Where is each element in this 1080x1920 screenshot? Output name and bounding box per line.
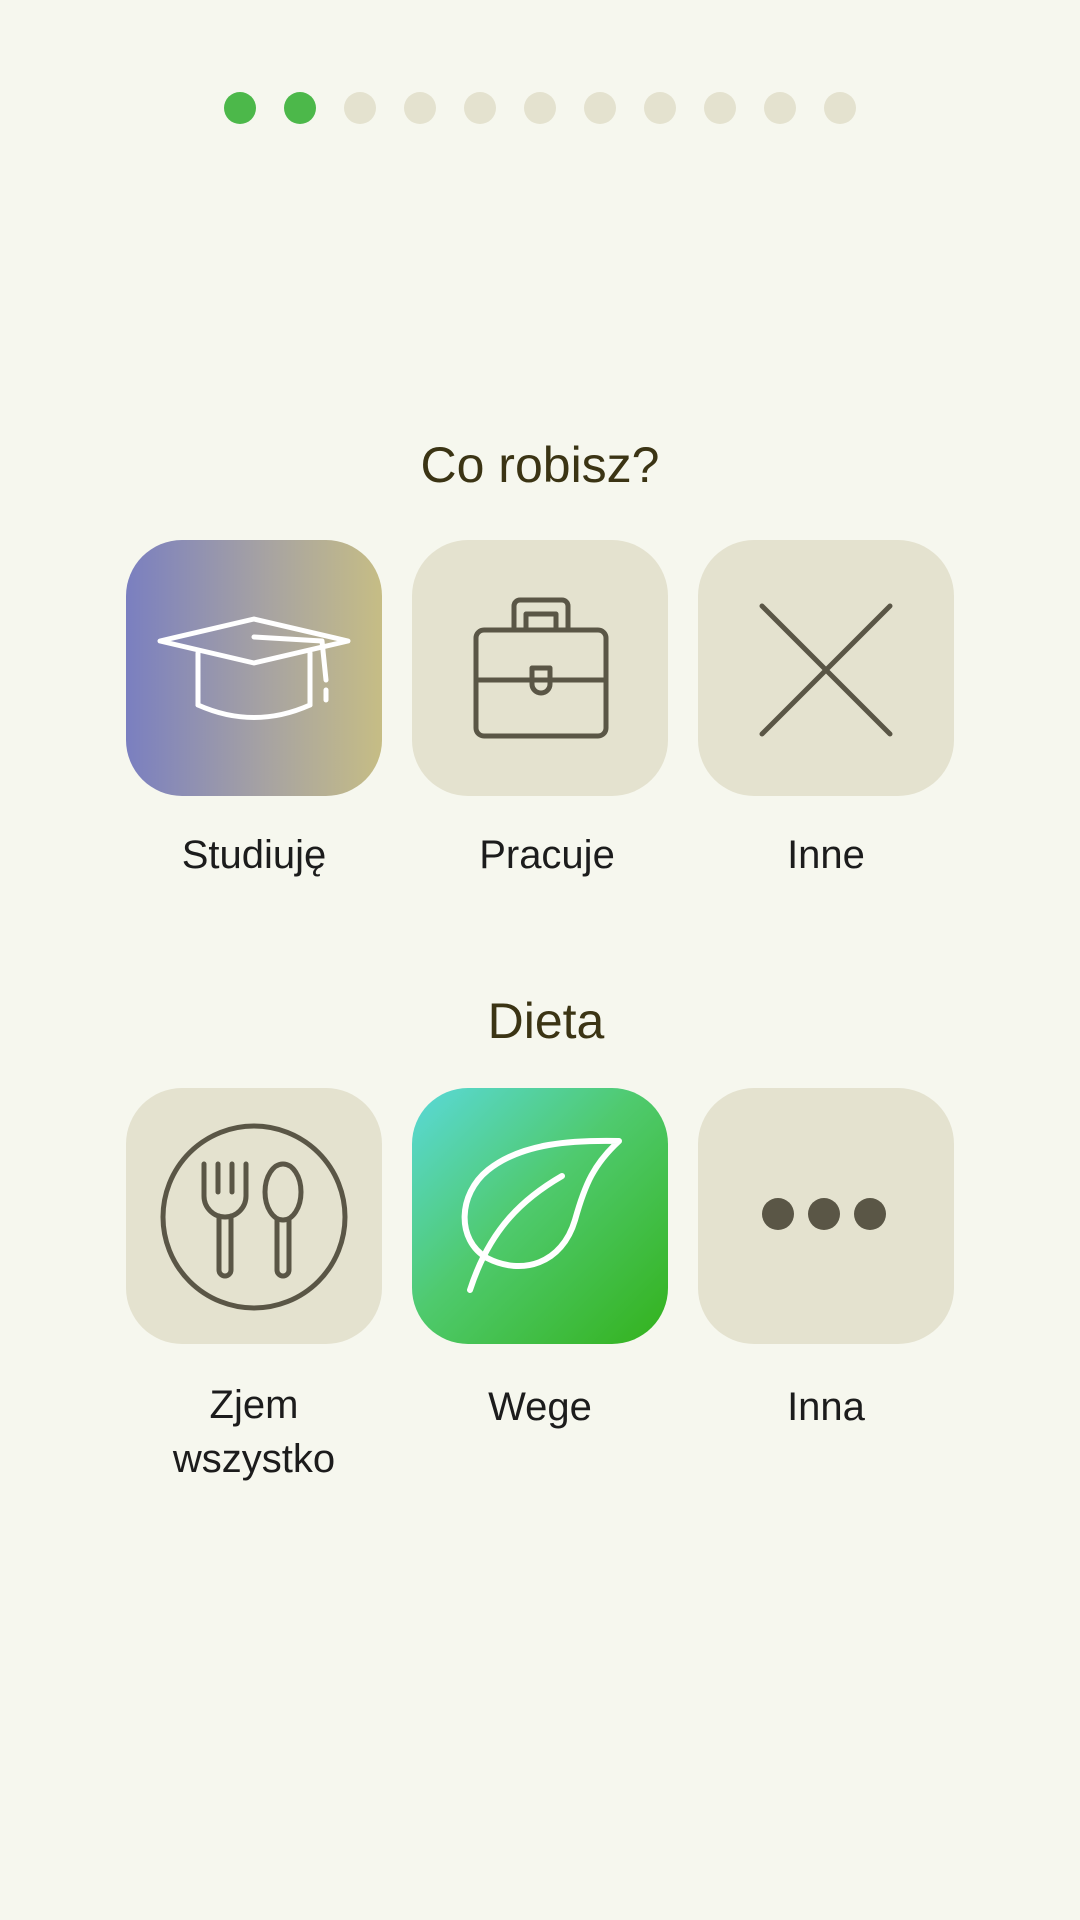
progress-dot-11	[824, 92, 856, 124]
option-pracuje-label: Pracuje	[479, 833, 615, 877]
option-pracuje-button[interactable]	[412, 540, 668, 796]
option-zjem-wszystko-label: Zjem wszystko	[104, 1378, 404, 1486]
progress-dot-3	[344, 92, 376, 124]
option-wege-label: Wege	[488, 1385, 592, 1429]
more-dots-icon	[762, 1198, 886, 1230]
progress-dot-7	[584, 92, 616, 124]
leaf-icon	[461, 1137, 622, 1293]
briefcase-icon	[473, 597, 609, 739]
plate-fork-spoon-icon	[160, 1123, 348, 1311]
progress-dot-2	[284, 92, 316, 124]
progress-dot-9	[704, 92, 736, 124]
option-inna-button[interactable]	[698, 1088, 954, 1344]
progress-dot-10	[764, 92, 796, 124]
progress-dot-5	[464, 92, 496, 124]
option-wege-button[interactable]	[412, 1088, 668, 1344]
occupation-title: Co robisz?	[420, 437, 660, 493]
option-studiuje-label: Studiuję	[181, 833, 327, 877]
option-zjem-wszystko-label-line2: wszystko	[172, 1437, 336, 1481]
option-zjem-wszystko-label-line1: Zjem	[209, 1383, 299, 1427]
option-inne-button[interactable]	[698, 540, 954, 796]
onboarding-progress	[0, 92, 1080, 124]
option-inna-label: Inna	[787, 1385, 865, 1429]
option-inne-label: Inne	[787, 833, 865, 877]
x-icon	[759, 603, 893, 737]
progress-dot-6	[524, 92, 556, 124]
option-zjem-wszystko-button[interactable]	[126, 1088, 382, 1344]
progress-dot-8	[644, 92, 676, 124]
progress-dot-4	[404, 92, 436, 124]
diet-title: Dieta	[487, 993, 605, 1049]
option-studiuje-button[interactable]	[126, 540, 382, 796]
progress-dot-1	[224, 92, 256, 124]
graduation-cap-icon	[157, 616, 351, 720]
